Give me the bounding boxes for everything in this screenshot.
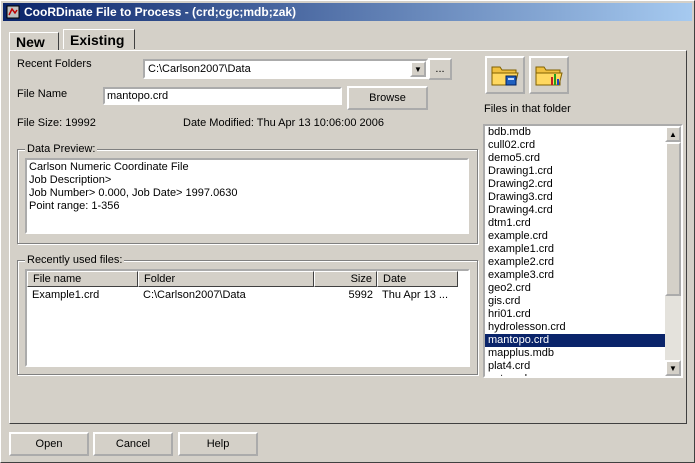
window-title: CooRDinate File to Process - (crd;cgc;md… <box>24 5 297 19</box>
preview-line: Job Description> <box>29 174 112 186</box>
dialog-window: CooRDinate File to Process - (crd;cgc;md… <box>0 0 695 463</box>
recent-folders-label: Recent Folders <box>17 58 92 70</box>
list-item[interactable]: bdb.mdb <box>485 126 665 139</box>
file-name-value: mantopo.crd <box>107 90 169 102</box>
scroll-thumb[interactable] <box>665 142 681 296</box>
list-item[interactable]: Drawing4.crd <box>485 204 665 217</box>
file-name-label: File Name <box>17 88 68 100</box>
preview-line: Job Number> 0.000, Job Date> 1997.0630 <box>29 187 238 199</box>
list-item[interactable]: mantopo.crd <box>485 334 665 347</box>
list-item[interactable]: example.crd <box>485 230 665 243</box>
tab-new[interactable]: New <box>9 32 59 50</box>
data-preview-box[interactable]: Carlson Numeric Coordinate File Job Desc… <box>25 158 469 234</box>
tab-new-label: New <box>16 34 45 50</box>
open-folder-chart-button[interactable] <box>529 56 569 94</box>
row-file-name: Example1.crd <box>32 289 100 301</box>
files-listbox[interactable]: bdb.mdb cull02.crd demo5.crd Drawing1.crd Dr… <box>483 124 683 378</box>
list-item[interactable]: demo5.crd <box>485 152 665 165</box>
browse-folder-button[interactable]: ... <box>428 58 452 80</box>
list-item[interactable]: hydrolesson.crd <box>485 321 665 334</box>
recent-files-list[interactable]: File name Folder Size Date Example1.crd … <box>25 269 470 367</box>
file-size-text: File Size: 19992 <box>17 117 96 129</box>
table-row[interactable]: Example1.crd C:\Carlson2007\Data 5992 Th… <box>27 288 468 302</box>
title-bar[interactable]: CooRDinate File to Process - (crd;cgc;md… <box>3 3 692 21</box>
files-list: bdb.mdb cull02.crd demo5.crd Drawing1.crd Dr… <box>485 126 665 376</box>
list-item[interactable]: gis.crd <box>485 295 665 308</box>
list-item[interactable]: mapplus.mdb <box>485 347 665 360</box>
preview-line: Point range: 1-356 <box>29 200 120 212</box>
list-item[interactable]: cull02.crd <box>485 139 665 152</box>
tab-existing-label: Existing <box>70 32 125 48</box>
preview-line: Carlson Numeric Coordinate File <box>29 161 189 173</box>
list-item[interactable]: example2.crd <box>485 256 665 269</box>
list-item[interactable]: example1.crd <box>485 243 665 256</box>
files-scrollbar[interactable]: ▲ ▼ <box>665 126 681 376</box>
column-header-size[interactable]: Size <box>314 271 377 287</box>
file-name-input[interactable]: mantopo.crd <box>103 87 342 105</box>
recent-folders-combo[interactable]: C:\Carlson2007\Data ▼ <box>143 59 428 79</box>
date-modified-text: Date Modified: Thu Apr 13 10:06:00 2006 <box>183 117 384 129</box>
help-button[interactable]: Help <box>178 432 258 456</box>
browse-button[interactable]: Browse <box>347 86 428 110</box>
list-item[interactable]: Drawing2.crd <box>485 178 665 191</box>
folder-chart-icon <box>535 66 563 86</box>
recent-files-group: Recently used files: File name Folder Si… <box>17 254 478 375</box>
scroll-down-icon[interactable]: ▼ <box>665 360 681 376</box>
chevron-down-icon[interactable]: ▼ <box>410 61 426 77</box>
existing-panel: Recent Folders C:\Carlson2007\Data ▼ ...… <box>9 50 687 424</box>
list-item[interactable]: pnts.crd <box>485 373 665 376</box>
row-folder: C:\Carlson2007\Data <box>143 289 246 301</box>
column-header-folder[interactable]: Folder <box>138 271 314 287</box>
list-item[interactable]: dtm1.crd <box>485 217 665 230</box>
recent-files-title: Recently used files: <box>25 254 125 266</box>
data-preview-group: Data Preview: Carlson Numeric Coordinate… <box>17 143 478 244</box>
cancel-button[interactable]: Cancel <box>93 432 173 456</box>
open-button[interactable]: Open <box>9 432 89 456</box>
list-item[interactable]: plat4.crd <box>485 360 665 373</box>
list-item[interactable]: Drawing3.crd <box>485 191 665 204</box>
recent-folders-value: C:\Carlson2007\Data <box>148 63 251 75</box>
list-item[interactable]: example3.crd <box>485 269 665 282</box>
folder-database-icon <box>491 66 519 86</box>
open-folder-db-button[interactable] <box>485 56 525 94</box>
preview-lines: Carlson Numeric Coordinate File Job Desc… <box>29 161 238 213</box>
row-date: Thu Apr 13 ... <box>382 289 449 301</box>
tab-existing[interactable]: Existing <box>63 29 135 49</box>
list-item[interactable]: geo2.crd <box>485 282 665 295</box>
data-preview-title: Data Preview: <box>25 143 98 155</box>
row-size: 5992 <box>348 289 373 301</box>
column-header-date[interactable]: Date <box>377 271 458 287</box>
scroll-up-icon[interactable]: ▲ <box>665 126 681 142</box>
list-item[interactable]: hri01.crd <box>485 308 665 321</box>
list-item[interactable]: Drawing1.crd <box>485 165 665 178</box>
column-header-file-name[interactable]: File name <box>27 271 138 287</box>
files-in-folder-label: Files in that folder <box>484 103 571 115</box>
app-icon <box>6 5 20 19</box>
